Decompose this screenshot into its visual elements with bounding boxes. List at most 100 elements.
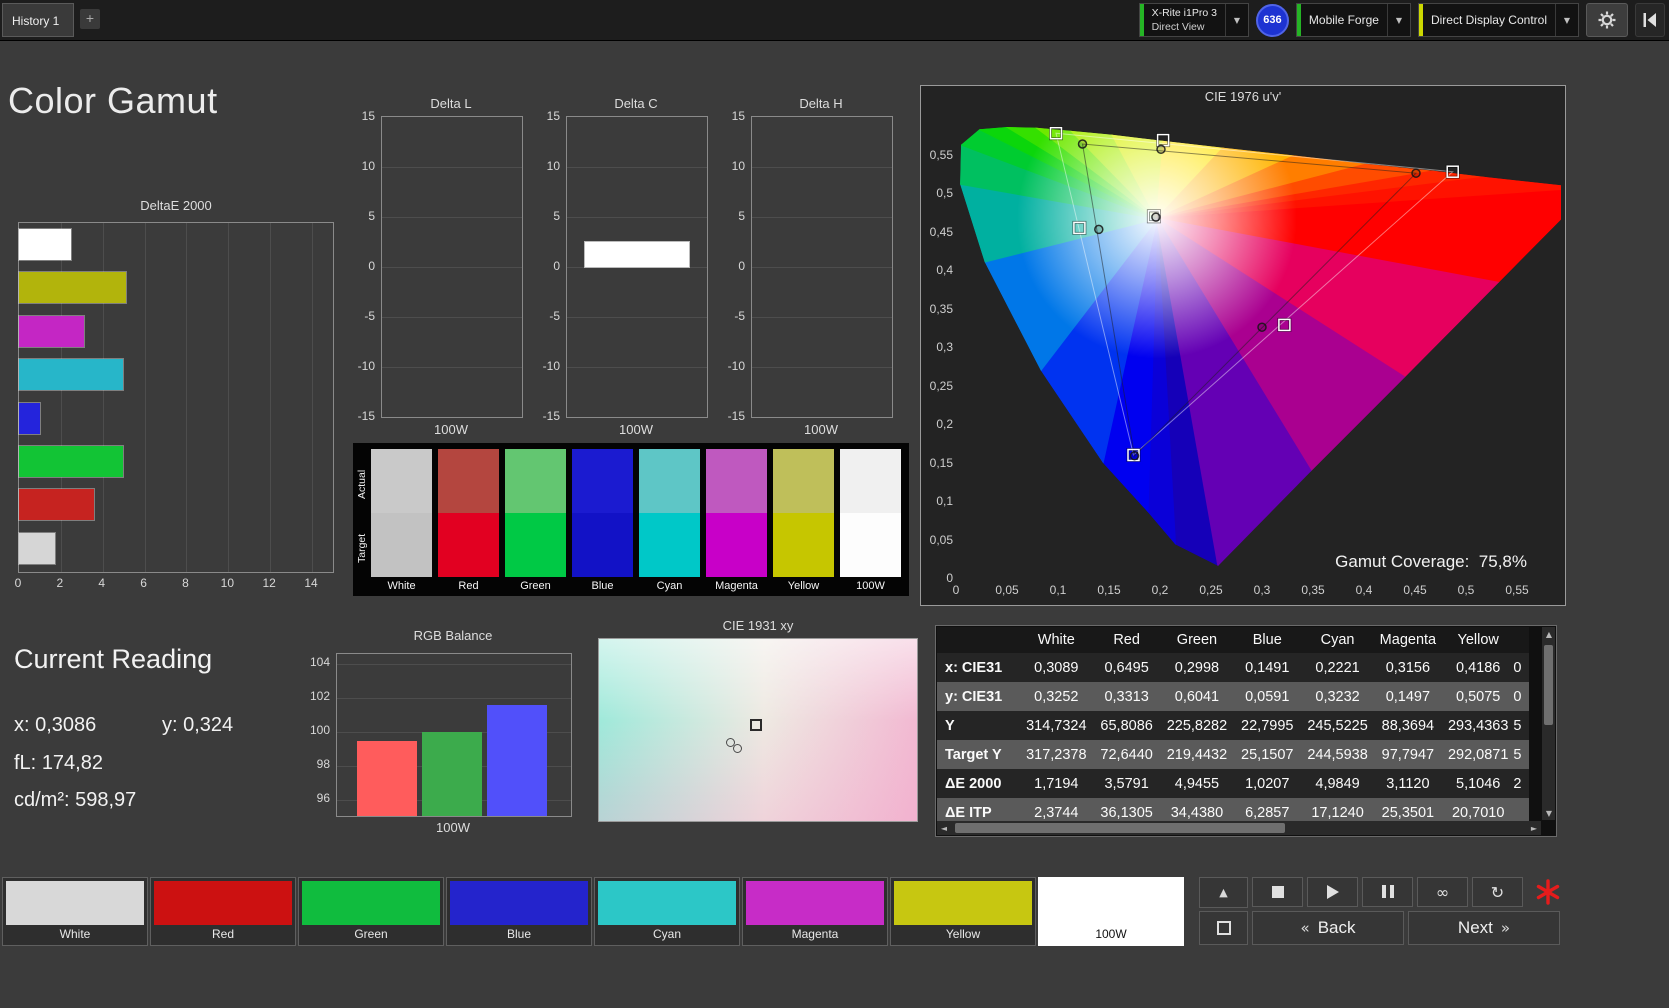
stop-icon	[1271, 886, 1284, 898]
measurement-marker	[1129, 451, 1140, 461]
pattern-window-button[interactable]	[1199, 911, 1248, 945]
pattern-button-100w[interactable]: 100W	[1038, 877, 1184, 946]
chevron-down-icon[interactable]: ▼	[1555, 4, 1578, 36]
test-pattern-buttons: White Red Green Blue Cyan Magenta Yellow…	[2, 877, 1184, 946]
pattern-color-swatch	[302, 881, 440, 925]
actual-swatch	[706, 449, 767, 513]
gridline	[752, 367, 892, 368]
settings-button[interactable]	[1586, 3, 1628, 37]
table-cell: 0,5075	[1456, 688, 1501, 705]
category-label: 100W	[434, 422, 468, 437]
axis-tick-label: 0,55	[929, 147, 953, 162]
meter-dropdown[interactable]: X-Rite i1Pro 3 Direct View ▼	[1138, 3, 1249, 37]
axis-tick-label: 0,45	[1403, 583, 1427, 597]
category-label: 100W	[804, 422, 838, 437]
axis-tick-label: 0,4	[1355, 583, 1373, 597]
category-label: 100W	[619, 422, 653, 437]
table-cell: 0,0591	[1245, 688, 1290, 705]
row-label: Target Y	[945, 746, 1002, 763]
pattern-button-cyan[interactable]: Cyan	[594, 877, 740, 946]
axis-tick-label: 15	[546, 109, 560, 123]
source-dropdown[interactable]: Mobile Forge ▼	[1295, 3, 1411, 37]
scroll-down-arrow[interactable]: ▼	[1542, 806, 1556, 820]
stop-button[interactable]	[1252, 877, 1303, 907]
loop-button[interactable]: ∞	[1417, 877, 1468, 907]
table-cell: 88,3694	[1381, 717, 1435, 734]
axis-tick-label: 0	[952, 583, 960, 597]
axis-tick-label: 14	[304, 576, 318, 590]
swatch-white: White	[371, 449, 432, 595]
rgb-bar-red	[357, 740, 417, 816]
measurement-marker	[1077, 139, 1088, 149]
scroll-up-arrow[interactable]: ▲	[1542, 627, 1556, 641]
scrollbar-thumb[interactable]	[1544, 645, 1553, 725]
pattern-button-yellow[interactable]: Yellow	[890, 877, 1036, 946]
scroll-left-arrow[interactable]: ◄	[937, 821, 951, 835]
axis-tick-label: 0	[553, 259, 560, 273]
axis-tick-label: -15	[357, 409, 375, 423]
chart-title: Delta H	[799, 96, 843, 111]
axis-tick-label: 0,3	[1253, 583, 1271, 597]
pattern-label: White	[59, 927, 91, 941]
play-icon	[1326, 885, 1339, 899]
cie1976-plot	[956, 116, 1561, 579]
pattern-color-swatch	[450, 881, 588, 925]
pattern-button-green[interactable]: Green	[298, 877, 444, 946]
gridline	[270, 223, 272, 572]
chevron-down-icon[interactable]: ▼	[1224, 4, 1248, 36]
expand-up-button[interactable]: ▲	[1199, 877, 1248, 908]
pattern-label: Red	[211, 927, 234, 941]
delta-h-chart: Delta H 15 10 5 0 -5 -10 -15 100W	[723, 96, 893, 448]
meter-count-badge: 636	[1255, 3, 1289, 37]
collapse-panel-icon	[1643, 13, 1656, 27]
display-control-dropdown[interactable]: Direct Display Control ▼	[1417, 3, 1579, 37]
axis-tick-label: 0,3	[936, 340, 953, 354]
gridline	[228, 223, 230, 572]
swatch-label: Yellow	[787, 580, 820, 592]
refresh-button[interactable]: ↻	[1472, 877, 1523, 907]
pattern-button-blue[interactable]: Blue	[446, 877, 592, 946]
pattern-label: Magenta	[791, 927, 839, 941]
play-button[interactable]	[1307, 877, 1358, 907]
add-tab-button[interactable]: +	[80, 9, 100, 29]
pattern-label: Green	[354, 927, 388, 941]
swatch-label: 100W	[856, 580, 885, 592]
table-horizontal-scrollbar[interactable]: ◄ ►	[937, 821, 1541, 835]
pattern-button-white[interactable]: White	[2, 877, 148, 946]
chevron-down-icon[interactable]: ▼	[1386, 4, 1410, 36]
measurement-marker	[1094, 224, 1104, 235]
axis-tick-label: 5	[368, 209, 375, 223]
target-swatch	[505, 513, 566, 577]
scroll-right-arrow[interactable]: ►	[1527, 821, 1541, 835]
gridline	[752, 317, 892, 318]
table-cell: 0,2998	[1174, 659, 1220, 676]
collapse-panel-button[interactable]	[1635, 3, 1665, 37]
pattern-button-magenta[interactable]: Magenta	[742, 877, 888, 946]
gridline	[186, 223, 188, 572]
gridline	[567, 167, 707, 168]
table-row: y: CIE31 0,3252 0,3313 0,6041 0,0591 0,3232 0,…	[937, 682, 1529, 711]
table-cell: 0,1491	[1245, 659, 1290, 676]
pattern-button-red[interactable]: Red	[150, 877, 296, 946]
next-button[interactable]: Next »	[1408, 911, 1560, 945]
x-axis-labels: 0 0,05 0,1 0,15 0,2 0,25 0,3 0,35 0,4 0,45 0,5 0,55	[952, 583, 1561, 599]
table-vertical-scrollbar[interactable]: ▲ ▼	[1542, 627, 1555, 820]
table-cell: 0,3156	[1385, 659, 1431, 676]
pause-button[interactable]	[1362, 877, 1413, 907]
history-tab[interactable]: History 1	[2, 3, 74, 37]
table-cell: 0,6041	[1174, 688, 1220, 705]
delta-h-plot	[751, 116, 893, 418]
target-swatch	[572, 513, 633, 577]
actual-target-swatch-panel: Actual Target White Red Green Blue Cyan …	[353, 443, 909, 596]
row-label: x: CIE31	[945, 659, 1003, 676]
asterisk-icon	[1536, 879, 1560, 905]
column-header: Green	[1176, 632, 1218, 648]
toolbar-right-cluster: X-Rite i1Pro 3 Direct View ▼ 636 Mobile …	[1138, 2, 1665, 38]
back-button[interactable]: « Back	[1252, 911, 1404, 945]
deltae-bar-red	[19, 489, 94, 521]
rgb-balance-chart: RGB Balance 104 102 100 98 96 100W	[305, 628, 577, 840]
gridline	[567, 267, 707, 268]
table-cell: 1,7194	[1034, 775, 1079, 792]
scrollbar-thumb[interactable]	[955, 823, 1285, 833]
actual-swatch	[840, 449, 901, 513]
